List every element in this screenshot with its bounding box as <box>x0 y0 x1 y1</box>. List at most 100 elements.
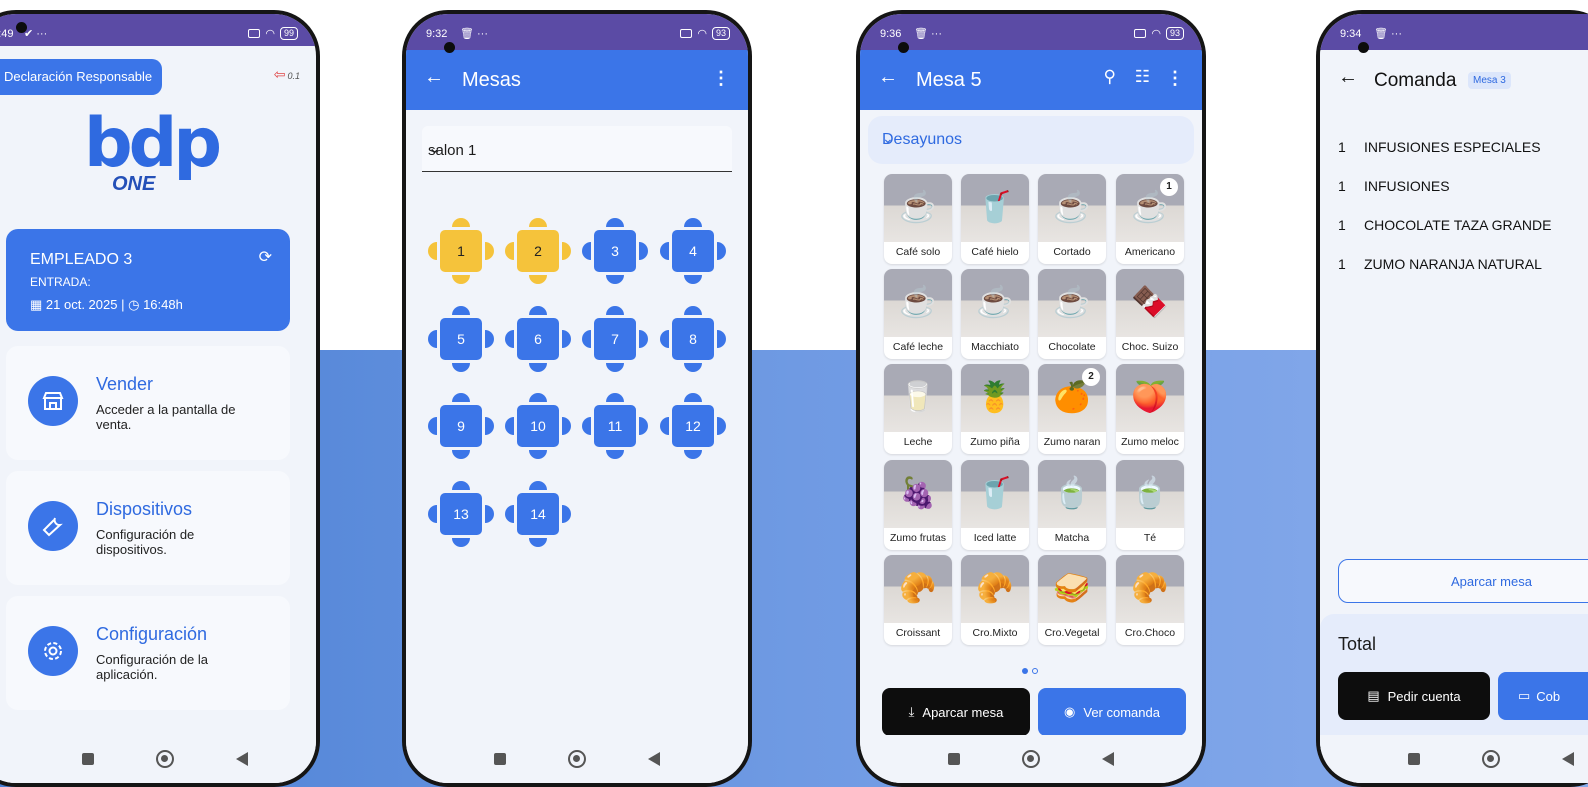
aparcar-label: Aparcar mesa <box>1451 574 1532 589</box>
cobrar-button[interactable]: ▭ Cob <box>1498 672 1588 720</box>
status-time: 9:32 <box>426 28 448 40</box>
table-9[interactable]: 9 <box>427 392 495 460</box>
product-card[interactable]: 🍵 Té <box>1116 460 1184 550</box>
product-card[interactable]: 🍫 Choc. Suizo <box>1116 269 1184 359</box>
menu-card-dispositivos[interactable]: Dispositivos Configuración de dispositiv… <box>6 471 290 585</box>
recents-icon[interactable] <box>948 753 960 765</box>
table-8[interactable]: 8 <box>659 305 727 373</box>
order-line[interactable]: 1 INFUSIONES ESPECIALES <box>1338 139 1541 155</box>
product-card[interactable]: 🥪 Cro.Vegetal <box>1038 555 1106 645</box>
refresh-icon[interactable]: ⟳ <box>259 247 272 267</box>
product-card[interactable]: ☕ Cortado <box>1038 174 1106 264</box>
table-5[interactable]: 5 <box>427 305 495 373</box>
product-glyph-icon: 🍇 <box>899 477 937 510</box>
product-name: Cortado <box>1053 246 1091 258</box>
back-nav-icon[interactable] <box>236 752 248 766</box>
back-nav-icon[interactable] <box>1102 752 1114 766</box>
product-card[interactable]: 🥐 Cro.Choco <box>1116 555 1184 645</box>
search-icon[interactable]: ⚲ <box>1104 67 1116 87</box>
product-glyph-icon: 🥛 <box>899 381 937 414</box>
product-card[interactable]: 🥐 Cro.Mixto <box>961 555 1029 645</box>
product-card[interactable]: 🥤 Iced latte <box>961 460 1029 550</box>
page-title: Mesas <box>462 69 521 91</box>
status-trash-icon: 🗑 ··· <box>460 28 489 40</box>
pedir-cuenta-button[interactable]: ▤ Pedir cuenta <box>1338 672 1490 720</box>
product-card[interactable]: ☕ Chocolate <box>1038 269 1106 359</box>
chair-bottom <box>606 275 624 284</box>
product-name: Leche <box>903 436 933 448</box>
product-card[interactable]: ☕ Macchiato <box>961 269 1029 359</box>
table-number: 8 <box>672 318 714 360</box>
product-name: Café solo <box>895 246 941 258</box>
chair-bottom <box>684 450 702 459</box>
recents-icon[interactable] <box>1408 753 1420 765</box>
menu-card-configuracion[interactable]: Configuración Configuración de la aplica… <box>6 596 290 710</box>
back-arrow-icon[interactable]: ← <box>1338 66 1358 89</box>
back-arrow-icon[interactable]: ← <box>878 66 898 89</box>
order-line[interactable]: 1 INFUSIONES <box>1338 178 1450 194</box>
recents-icon[interactable] <box>494 753 506 765</box>
more-vert-icon[interactable]: ⋮ <box>1166 68 1184 89</box>
home-screen: 16:49 ✔ ··· ◠ 99 Declaración Responsable… <box>0 14 316 783</box>
declaracion-responsable-button[interactable]: Declaración Responsable <box>0 59 163 95</box>
chair-right <box>562 417 571 435</box>
product-card[interactable]: 🍵 Matcha <box>1038 460 1106 550</box>
receipt-icon: ▤ <box>1367 688 1380 703</box>
home-icon[interactable] <box>568 750 586 768</box>
ver-comanda-button[interactable]: ◉ Ver comanda <box>1038 688 1186 736</box>
home-icon[interactable] <box>156 750 174 768</box>
salon-select[interactable]: salon 1 ⌄ <box>422 126 732 172</box>
aparcar-mesa-button[interactable]: ⤓ Aparcar mesa <box>882 688 1030 736</box>
table-4[interactable]: 4 <box>659 217 727 285</box>
category-selector[interactable]: Desayunos ⌄ <box>868 116 1194 164</box>
aparcar-mesa-button[interactable]: Aparcar mesa <box>1338 559 1588 603</box>
menu-card-vender[interactable]: Vender Acceder a la pantalla de venta. <box>6 346 290 460</box>
back-nav-icon[interactable] <box>648 752 660 766</box>
employee-name: EMPLEADO 3 <box>30 251 133 268</box>
camera-hole <box>898 42 909 53</box>
phone-mesas: 9:32 🗑 ··· ◠ 93 ← Mesas ⋮ salon 1 ⌄ 1234… <box>402 10 752 787</box>
table-14[interactable]: 14 <box>504 480 572 548</box>
filter-icon[interactable]: ☷ <box>1135 67 1150 87</box>
camera-hole <box>1358 42 1369 53</box>
product-card[interactable]: 🥤 Café hielo <box>961 174 1029 264</box>
ver-comanda-label: Ver comanda <box>1083 704 1160 720</box>
home-icon[interactable] <box>1022 750 1040 768</box>
home-icon[interactable] <box>1482 750 1500 768</box>
product-glyph-icon: 🍫 <box>1131 286 1169 319</box>
product-card[interactable]: 🥐 Croissant <box>884 555 952 645</box>
table-10[interactable]: 10 <box>504 392 572 460</box>
table-3[interactable]: 3 <box>581 217 649 285</box>
product-card[interactable]: 🥛 Leche <box>884 364 952 454</box>
table-12[interactable]: 12 <box>659 392 727 460</box>
product-card[interactable]: 🍍 Zumo piña <box>961 364 1029 454</box>
logout-button[interactable]: ⇦ 0.1 <box>274 66 300 83</box>
version-label: 0.1 <box>287 71 300 81</box>
back-nav-icon[interactable] <box>1562 752 1574 766</box>
chair-bottom <box>452 275 470 284</box>
product-card[interactable]: ☕ Americano 1 <box>1116 174 1184 264</box>
logo-main-text: bdp <box>84 104 222 183</box>
product-card[interactable]: 🍑 Zumo meloc <box>1116 364 1184 454</box>
back-arrow-icon[interactable]: ← <box>424 66 444 89</box>
table-6[interactable]: 6 <box>504 305 572 373</box>
table-11[interactable]: 11 <box>581 392 649 460</box>
product-card[interactable]: ☕ Café solo <box>884 174 952 264</box>
logout-icon: ⇦ <box>273 66 286 82</box>
order-line[interactable]: 1 ZUMO NARANJA NATURAL <box>1338 256 1542 272</box>
product-card[interactable]: 🍇 Zumo frutas <box>884 460 952 550</box>
more-vert-icon[interactable]: ⋮ <box>712 68 730 89</box>
table-7[interactable]: 7 <box>581 305 649 373</box>
table-1[interactable]: 1 <box>427 217 495 285</box>
table-2[interactable]: 2 <box>504 217 572 285</box>
product-card[interactable]: 🍊 Zumo naran 2 <box>1038 364 1106 454</box>
recents-icon[interactable] <box>82 753 94 765</box>
page-title: Mesa 5 <box>916 69 982 91</box>
chair-left <box>582 242 591 260</box>
product-glyph-icon: 🥪 <box>1053 572 1091 605</box>
table-13[interactable]: 13 <box>427 480 495 548</box>
download-box-icon: ⤓ <box>908 704 915 719</box>
table-number: 5 <box>440 318 482 360</box>
order-line[interactable]: 1 CHOCOLATE TAZA GRANDE <box>1338 217 1551 233</box>
product-card[interactable]: ☕ Café leche <box>884 269 952 359</box>
